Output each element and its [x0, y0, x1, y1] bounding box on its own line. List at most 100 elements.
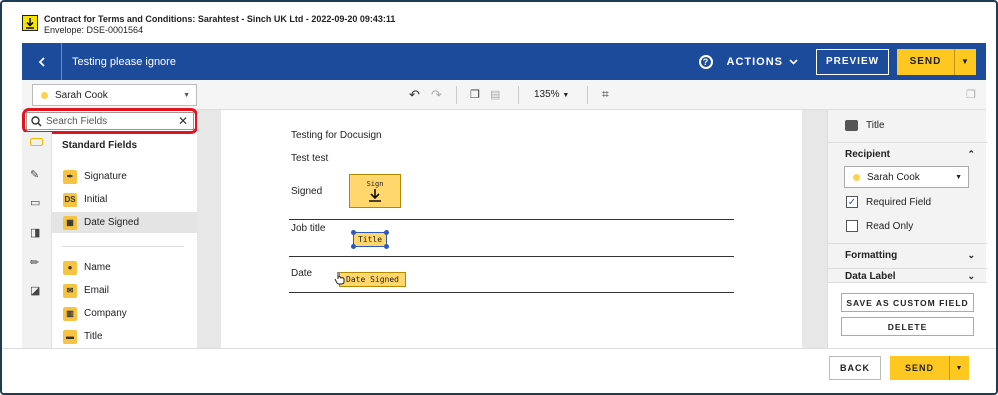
paste-icon[interactable]: ▤: [490, 88, 500, 101]
send-options-caret-icon[interactable]: ▼: [949, 356, 969, 380]
date-label: Date: [291, 268, 313, 279]
fields-divider: [62, 246, 184, 247]
actions-label: ACTIONS: [726, 55, 783, 68]
recipient-section: Recipient ⌃: [828, 142, 987, 165]
undo-icon[interactable]: ↶: [409, 87, 420, 103]
envelope-subject: Testing please ignore: [72, 55, 176, 68]
recipient-selector[interactable]: Sarah Cook ▼: [32, 84, 197, 106]
chevron-down-icon: ▼: [955, 173, 962, 181]
help-icon[interactable]: ?: [698, 54, 713, 69]
signed-label: Signed: [291, 186, 323, 197]
resize-handle[interactable]: [384, 230, 389, 235]
search-fields-box[interactable]: ✕: [26, 112, 194, 130]
building-icon: ▥: [63, 306, 77, 321]
editor-toolbar: Sarah Cook ▼ ↶ ↷ ❐ ▤ 135% ▼ ⌗ ❐: [22, 80, 986, 110]
field-company[interactable]: ▥ Company: [52, 303, 197, 324]
contacts-icon[interactable]: ◨: [30, 226, 44, 239]
comment-add-icon[interactable]: ⌗: [602, 87, 609, 102]
chevron-up-icon: ⌃: [967, 148, 975, 159]
checkbox-checked-icon: ✓: [846, 196, 858, 208]
title-field-tag[interactable]: Title: [353, 232, 387, 247]
resize-handle[interactable]: [351, 244, 356, 249]
send-label: SEND: [904, 363, 934, 373]
download-icon[interactable]: [22, 15, 38, 31]
chevron-down-icon: [789, 58, 798, 65]
resize-handle[interactable]: [351, 230, 356, 235]
field-type-header: Title: [845, 120, 885, 131]
field-recipient-selector[interactable]: Sarah Cook ▼: [844, 166, 969, 188]
recipient-section-header[interactable]: Recipient ⌃: [828, 143, 987, 165]
field-date-signed[interactable]: ▦ Date Signed: [52, 212, 197, 233]
rule-line: [289, 219, 734, 220]
messages-icon[interactable]: ▭: [30, 196, 44, 209]
doc-line-2: Test test: [291, 153, 329, 164]
briefcase-icon: ▬: [63, 329, 77, 344]
save-as-custom-field-button[interactable]: SAVE AS CUSTOM FIELD: [841, 293, 974, 312]
data-label-section: Data Label ⌄: [828, 268, 987, 282]
bottom-action-bar: BACK SEND ▼: [2, 348, 996, 393]
back-button[interactable]: BACK: [829, 356, 881, 380]
field-signature[interactable]: ✒ Signature: [52, 166, 197, 187]
field-recipient-name: Sarah Cook: [867, 171, 920, 183]
job-title-label: Job title: [291, 223, 326, 234]
send-options-caret-icon[interactable]: ▼: [954, 48, 976, 75]
chevron-down-icon: ⌄: [967, 270, 975, 281]
recipient-color-dot: [41, 91, 48, 99]
zoom-level: 135%: [534, 89, 560, 100]
field-initial[interactable]: DS Initial: [52, 189, 197, 210]
signature-fields-icon[interactable]: ✎: [30, 168, 44, 181]
zoom-selector[interactable]: 135% ▼: [534, 89, 569, 100]
actions-menu-button[interactable]: ACTIONS: [727, 56, 799, 68]
toolbar-separator: [587, 86, 588, 104]
envelope-icon: ✉: [63, 283, 77, 298]
preview-button[interactable]: PREVIEW: [816, 48, 889, 75]
top-action-bar: Testing please ignore ? ACTIONS PREVIEW …: [22, 43, 986, 80]
initial-ds-icon: DS: [63, 192, 77, 207]
clear-search-icon[interactable]: ✕: [178, 114, 188, 128]
pages-icon[interactable]: ❐: [966, 88, 976, 101]
briefcase-icon: [845, 120, 858, 131]
send-label: SEND: [909, 56, 942, 67]
field-category-rail: ✎ ▭ ◨ ✏ ◪: [22, 132, 52, 348]
recipient-heading: Recipient: [845, 148, 891, 160]
download-arrow-icon: [369, 189, 381, 202]
formatting-heading: Formatting: [845, 249, 898, 261]
required-field-checkbox[interactable]: ✓ Required Field: [846, 196, 931, 208]
document-canvas: Testing for Docusign Test test Signed Si…: [197, 110, 827, 348]
standard-fields-heading: Standard Fields: [62, 140, 138, 151]
field-label: Company: [84, 308, 127, 319]
signature-field-tag[interactable]: Sign: [349, 174, 401, 208]
search-fields-input[interactable]: [46, 115, 166, 127]
send-button-top[interactable]: SEND ▼: [897, 48, 976, 75]
data-label-heading: Data Label: [845, 270, 896, 282]
resize-handle[interactable]: [384, 244, 389, 249]
field-actions-area: [828, 282, 987, 348]
field-email[interactable]: ✉ Email: [52, 280, 197, 301]
send-button-bottom[interactable]: SEND ▼: [890, 356, 969, 380]
checkbox-empty-icon: [846, 220, 858, 232]
field-type-label: Title: [866, 120, 885, 131]
calendar-icon: ▦: [63, 215, 77, 230]
draw-icon[interactable]: ✏: [30, 256, 44, 269]
field-label: Initial: [84, 194, 108, 205]
envelope-id: Envelope: DSE-0001564: [44, 25, 144, 35]
redo-icon[interactable]: ↷: [431, 87, 442, 103]
date-signed-field-tag[interactable]: Date Signed: [339, 272, 406, 287]
readonly-label: Read Only: [866, 220, 914, 232]
field-name[interactable]: ● Name: [52, 257, 197, 278]
templates-icon[interactable]: ◪: [30, 284, 44, 297]
read-only-checkbox[interactable]: Read Only: [846, 220, 913, 232]
field-title[interactable]: ▬ Title: [52, 326, 197, 347]
search-icon: [31, 115, 42, 127]
formatting-section-header[interactable]: Formatting ⌄: [828, 244, 987, 266]
standard-fields-icon[interactable]: [30, 138, 43, 146]
recipient-name: Sarah Cook: [55, 89, 108, 101]
document-page: Testing for Docusign Test test Signed Si…: [221, 110, 802, 348]
delete-field-button[interactable]: DELETE: [841, 317, 974, 336]
back-chevron-icon[interactable]: [22, 43, 62, 80]
doc-line-1: Testing for Docusign: [291, 130, 382, 141]
copy-icon[interactable]: ❐: [470, 88, 480, 101]
field-label: Signature: [84, 171, 127, 182]
toolbar-separator: [456, 86, 457, 104]
data-label-section-header[interactable]: Data Label ⌄: [828, 269, 987, 282]
